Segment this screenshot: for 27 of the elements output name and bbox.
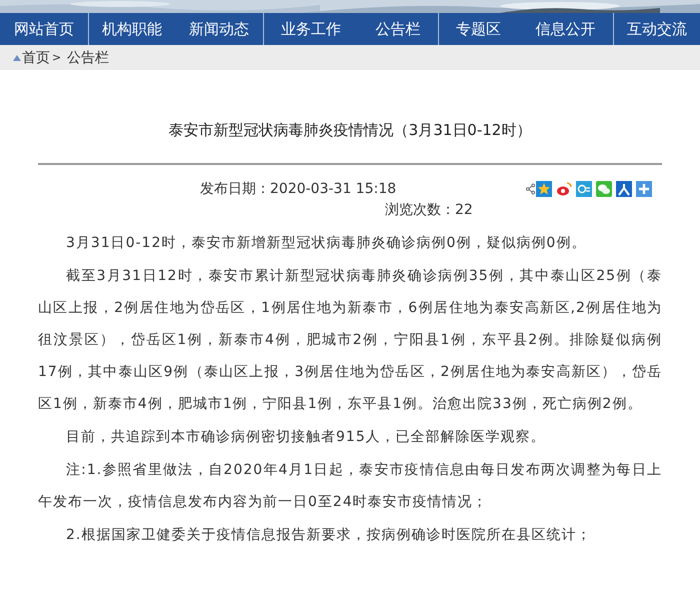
article-title: 泰安市新型冠状病毒肺炎疫情情况（3月31日0-12时） xyxy=(168,120,532,141)
chat-bubbles-icon[interactable] xyxy=(596,181,612,197)
star-icon[interactable] xyxy=(536,181,552,197)
home-icon xyxy=(13,54,21,60)
nav-item[interactable]: 新闻动态 xyxy=(183,13,255,45)
nav-item[interactable]: 机构职能 xyxy=(96,13,168,45)
nav-item[interactable]: 信息公开 xyxy=(529,13,602,45)
chat-icon[interactable] xyxy=(576,181,592,197)
article-paragraph: 3月31日0-12时，泰安市新增新型冠状病毒肺炎确诊病例0例，疑似病例0例。 xyxy=(65,234,588,253)
nav-item[interactable]: 专题区 xyxy=(450,13,507,45)
nav-item[interactable]: 互动交流 xyxy=(620,13,693,45)
eye-icon[interactable] xyxy=(556,181,572,197)
breadcrumb-current: 公告栏 xyxy=(67,48,110,66)
nav-item[interactable]: 公告栏 xyxy=(369,13,426,45)
nav-item[interactable]: 网站首页 xyxy=(8,13,80,45)
nav-item[interactable]: 业务工作 xyxy=(274,13,347,45)
article-paragraph: 截至3月31日12时，泰安市累计新型冠状病毒肺炎确诊病例35例，其中泰山区25例（泰山区上报，2例居住地为岱岳区，1例居住地为新泰市，6例居住地为泰安高新区,2例居住地为徂汶景区），岱岳区1例，新泰市4例，肥城市2例，宁阳县1例，东平县2例。排除疑似病例17例，其中泰山区9例（泰山区上报，3例居住地为岱岳区，2例居住地为泰安高新区），岱岳区1例，新泰市4例，肥城市1例，宁阳县1例，东平县1例。治愈出院33例，死亡病例2例。 xyxy=(38,267,662,414)
breadcrumb-link[interactable]: 首页 xyxy=(22,48,50,66)
article-paragraph: 2.根据国家卫健委关于疫情信息报告新要求，按病例确诊时医院所在县区统计； xyxy=(65,526,592,545)
breadcrumb-separator: > xyxy=(52,51,62,64)
plus-icon[interactable] xyxy=(636,181,652,197)
article-paragraph: 目前，共追踪到本市确诊病例密切接触者915人，已全部解除医学观察。 xyxy=(65,428,547,447)
person-icon[interactable] xyxy=(616,181,632,197)
article-paragraph: 注:1.参照省里做法，自2020年4月1日起，泰安市疫情信息由每日发布两次调整为每日上午发布一次，疫情信息发布内容为前一日0至24时泰安市疫情情况； xyxy=(38,461,662,512)
view-count: 浏览次数：22 xyxy=(385,201,473,219)
share-icon[interactable] xyxy=(526,183,535,195)
publish-date: 发布日期：2020-03-31 15:18 xyxy=(200,180,396,198)
